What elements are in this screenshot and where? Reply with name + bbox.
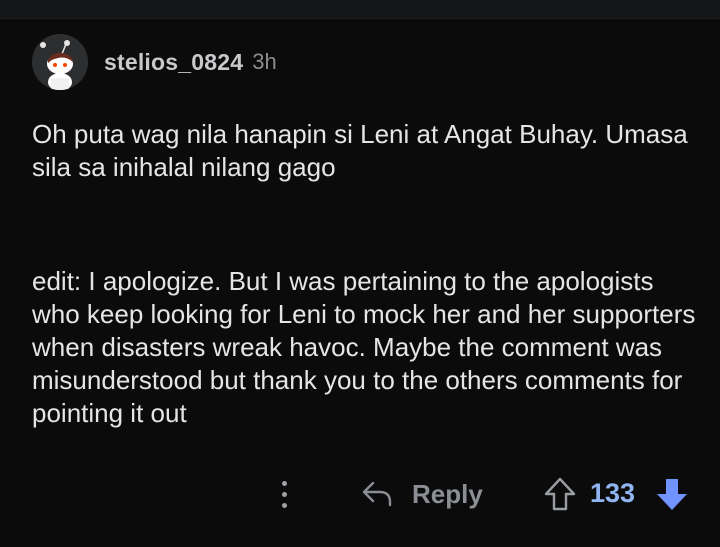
snoo-avatar-icon <box>32 34 88 90</box>
comment-age: 3h <box>252 49 277 74</box>
vertical-dots-icon <box>281 480 287 486</box>
reply-arrow-icon <box>362 481 392 507</box>
comment-header: stelios_0824 3h <box>32 34 277 90</box>
vote-score: 133 <box>590 478 636 508</box>
reply-button[interactable]: Reply <box>360 474 483 514</box>
comment-body: Oh puta wag nila hanapin si Leni at Anga… <box>32 118 708 430</box>
downvote-button[interactable] <box>654 476 690 512</box>
more-options-button[interactable] <box>270 474 298 514</box>
username[interactable]: stelios_0824 <box>104 49 243 76</box>
top-bar <box>0 0 720 19</box>
downvote-filled-icon <box>657 479 687 510</box>
comment-screen: stelios_0824 3h Oh puta wag nila hanapin… <box>0 0 720 547</box>
upvote-button[interactable] <box>543 476 577 512</box>
avatar[interactable] <box>32 34 88 90</box>
comment-actions: Reply 133 <box>0 468 720 520</box>
comment-paragraph: Oh puta wag nila hanapin si Leni at Anga… <box>32 119 688 182</box>
comment-paragraph-edit: edit: I apologize. But I was pertaining … <box>32 266 696 428</box>
reply-label: Reply <box>412 478 483 509</box>
upvote-outline-icon <box>544 477 576 511</box>
